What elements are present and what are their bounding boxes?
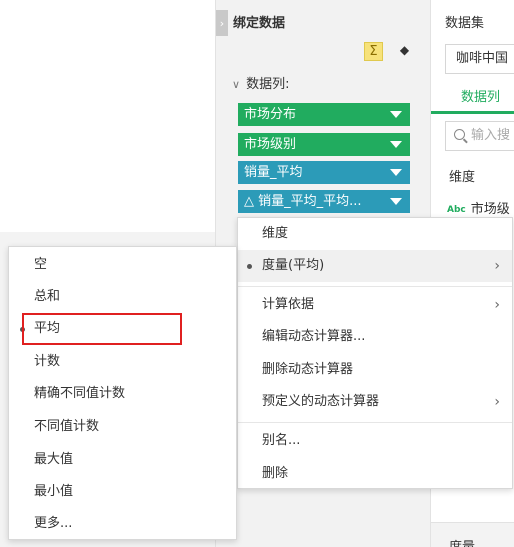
submenu-item-label: 最大值 (34, 452, 74, 467)
field-pill-label: 销量_平均_平均... (258, 194, 362, 209)
submenu-item-more[interactable]: 更多... (9, 508, 236, 540)
submenu-item-max[interactable]: 最大值 (9, 444, 236, 476)
field-pill-sales-avg[interactable]: 销量_平均 (238, 161, 410, 184)
field-pill-label: 市场分布 (244, 107, 297, 122)
chevron-down-icon: ∨ (232, 78, 241, 91)
dimension-header: 维度 (449, 170, 476, 185)
dataset-field-item[interactable]: Abc 市场级 (447, 198, 510, 217)
text-type-icon: Abc (447, 205, 466, 215)
menu-item-delete[interactable]: 删除 (238, 458, 512, 490)
submenu-item-label: 空 (34, 257, 48, 272)
submenu-item-sum[interactable]: 总和 (9, 281, 236, 313)
chevron-right-icon: › (494, 394, 500, 410)
menu-item-predefined-dynamic-calc[interactable]: 预定义的动态计算器 › (238, 386, 512, 418)
menu-item-edit-dynamic-calc[interactable]: 编辑动态计算器... (238, 321, 512, 353)
menu-item-label: 预定义的动态计算器 (262, 394, 380, 409)
aggregate-submenu: 空 总和 平均 计数 精确不同值计数 不同值计数 最大值 最小值 更多... (8, 246, 237, 540)
dropdown-arrow-icon[interactable] (390, 141, 402, 148)
menu-item-delete-dynamic-calc[interactable]: 删除动态计算器 (238, 354, 512, 386)
search-input[interactable]: 输入搜 (445, 121, 514, 151)
menu-item-compute-by[interactable]: 计算依据 › (238, 289, 512, 321)
submenu-item-distinct-count[interactable]: 不同值计数 (9, 411, 236, 443)
submenu-item-label: 计数 (34, 354, 61, 369)
menu-divider (238, 422, 512, 423)
menu-item-dimension[interactable]: 维度 (238, 218, 512, 250)
sigma-icon[interactable]: Σ (364, 42, 383, 61)
submenu-item-label: 最小值 (34, 484, 74, 499)
submenu-item-min[interactable]: 最小值 (9, 476, 236, 508)
menu-divider (238, 286, 512, 287)
dropdown-arrow-icon[interactable] (390, 198, 402, 205)
dropdown-arrow-icon[interactable] (390, 111, 402, 118)
tab-data-columns[interactable]: 数据列 (461, 86, 500, 105)
selected-bullet-icon (247, 264, 252, 269)
field-pill-market-level[interactable]: 市场级别 (238, 133, 410, 156)
collapse-panel-icon[interactable]: › (216, 10, 228, 36)
menu-item-label: 维度 (262, 226, 289, 241)
field-pill-label: 销量_平均 (244, 165, 303, 180)
submenu-item-label: 精确不同值计数 (34, 386, 126, 401)
menu-item-label: 编辑动态计算器... (262, 329, 366, 344)
field-context-menu: 维度 度量(平均) › 计算依据 › 编辑动态计算器... 删除动态计算器 预定… (237, 217, 513, 489)
dataset-select[interactable]: 咖啡中国 (445, 44, 514, 74)
menu-item-alias[interactable]: 别名... (238, 425, 512, 457)
field-pill-label: 市场级别 (244, 137, 297, 152)
eraser-icon[interactable]: ◆ (396, 42, 413, 59)
menu-item-label: 别名... (262, 433, 301, 448)
submenu-item-none[interactable]: 空 (9, 249, 236, 281)
submenu-item-count[interactable]: 计数 (9, 346, 236, 378)
field-pill-market-distribution[interactable]: 市场分布 (238, 103, 410, 126)
active-tab-indicator (431, 111, 514, 114)
chevron-right-icon: › (494, 297, 500, 313)
field-pill-sales-avg-avg[interactable]: △ 销量_平均_平均... (238, 190, 410, 213)
bind-data-title: 绑定数据 (233, 16, 286, 31)
chevron-right-icon: › (494, 258, 500, 274)
dropdown-arrow-icon[interactable] (390, 169, 402, 176)
submenu-item-label: 更多... (34, 516, 73, 531)
delta-icon: △ (244, 194, 254, 209)
menu-item-label: 删除动态计算器 (262, 362, 354, 377)
selection-highlight-box (22, 313, 182, 345)
submenu-item-label: 总和 (34, 289, 61, 304)
search-icon (454, 129, 465, 140)
data-columns-header[interactable]: ∨ 数据列: (232, 73, 289, 92)
search-placeholder: 输入搜 (471, 128, 511, 143)
measure-header: 度量 (449, 536, 475, 547)
menu-item-label: 度量(平均) (262, 258, 325, 273)
submenu-item-exact-distinct-count[interactable]: 精确不同值计数 (9, 378, 236, 410)
dataset-field-label: 市场级 (470, 202, 510, 217)
menu-item-measure-avg[interactable]: 度量(平均) › (238, 250, 512, 282)
data-columns-label: 数据列: (246, 77, 290, 92)
menu-item-label: 计算依据 (262, 297, 315, 312)
submenu-item-label: 不同值计数 (34, 419, 100, 434)
dataset-title: 数据集 (445, 16, 485, 31)
menu-item-label: 删除 (262, 466, 289, 481)
